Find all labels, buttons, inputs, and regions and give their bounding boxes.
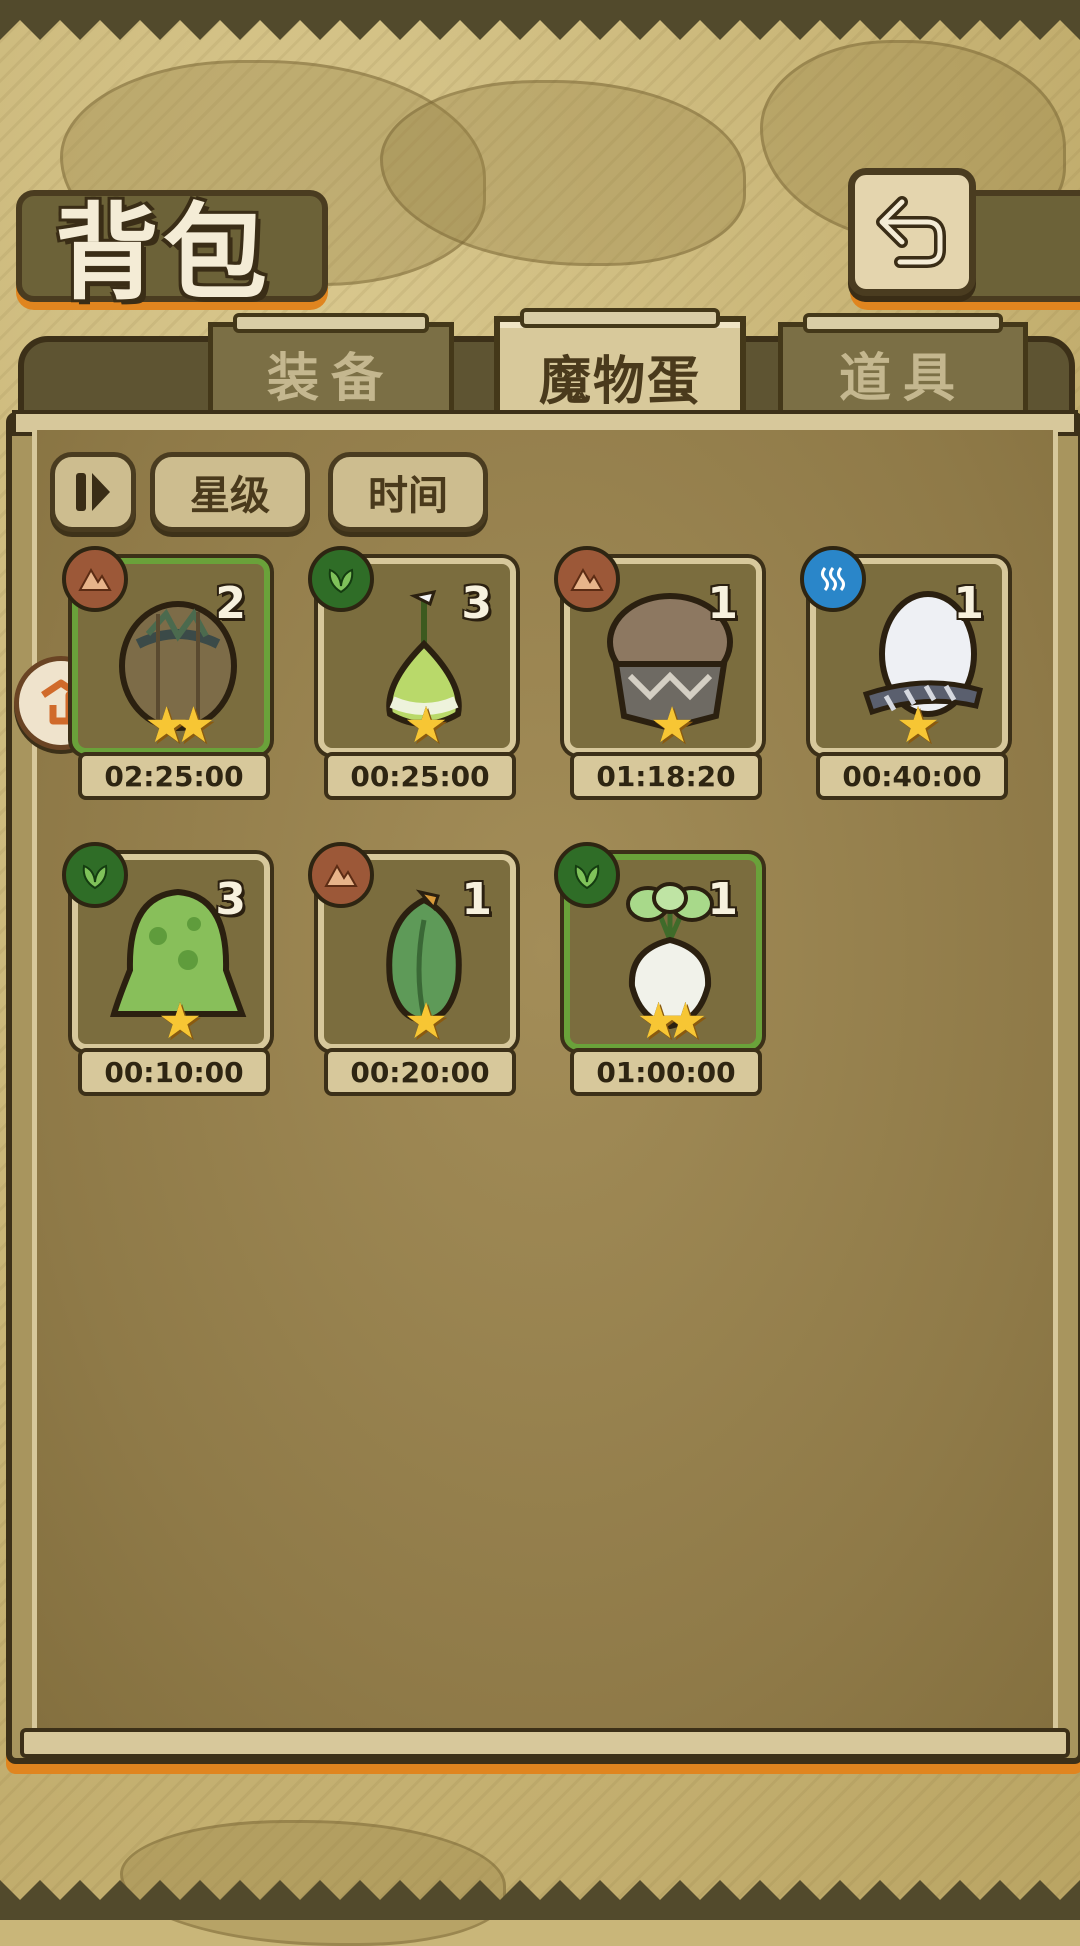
tab-items-label: 道具 (838, 348, 967, 409)
hatch-timer: 00:40:00 (816, 752, 1008, 800)
water-element-icon (800, 546, 866, 612)
tab-equipment-label: 装备 (266, 348, 395, 409)
egg-count: 3 (215, 874, 246, 925)
hatch-timer: 02:25:00 (78, 752, 270, 800)
egg-count: 1 (707, 874, 738, 925)
earth-element-icon (62, 546, 128, 612)
egg-count: 1 (707, 578, 738, 629)
sort-by-time-button[interactable]: 时间 (328, 452, 488, 532)
star-rating: ★★ (144, 696, 216, 754)
tab-monster-eggs-label: 魔物蛋 (538, 351, 701, 412)
star-rating: ★ (403, 696, 449, 754)
star-rating: ★ (895, 696, 941, 754)
star-rating: ★★ (636, 992, 708, 1050)
earth-element-icon (554, 546, 620, 612)
star-rating: ★ (649, 696, 695, 754)
earth-element-icon (308, 842, 374, 908)
tab-items[interactable]: 道具 (778, 313, 1028, 424)
egg-count: 1 (953, 578, 984, 629)
egg-count: 3 (461, 578, 492, 629)
sort-order-icon (76, 473, 110, 511)
hatch-timer: 01:18:20 (570, 752, 762, 800)
tab-equipment[interactable]: 装备 (208, 313, 454, 424)
egg-count: 2 (215, 578, 246, 629)
sort-order-toggle-button[interactable] (50, 452, 136, 532)
plant-element-icon (554, 842, 620, 908)
star-rating: ★ (157, 992, 203, 1050)
page-title: 背包 (55, 192, 272, 314)
torn-edge-top (0, 0, 1080, 40)
plant-element-icon (308, 546, 374, 612)
hatch-timer: 00:25:00 (324, 752, 516, 800)
egg-count: 1 (461, 874, 492, 925)
torn-edge-bottom (0, 1880, 1080, 1920)
plant-element-icon (62, 842, 128, 908)
star-rating: ★ (403, 992, 449, 1050)
sort-by-star-button[interactable]: 星级 (150, 452, 310, 532)
hatch-timer: 01:00:00 (570, 1048, 762, 1096)
back-arrow-icon (876, 196, 946, 268)
hatch-timer: 00:20:00 (324, 1048, 516, 1096)
hatch-timer: 00:10:00 (78, 1048, 270, 1096)
back-button[interactable] (848, 168, 976, 296)
